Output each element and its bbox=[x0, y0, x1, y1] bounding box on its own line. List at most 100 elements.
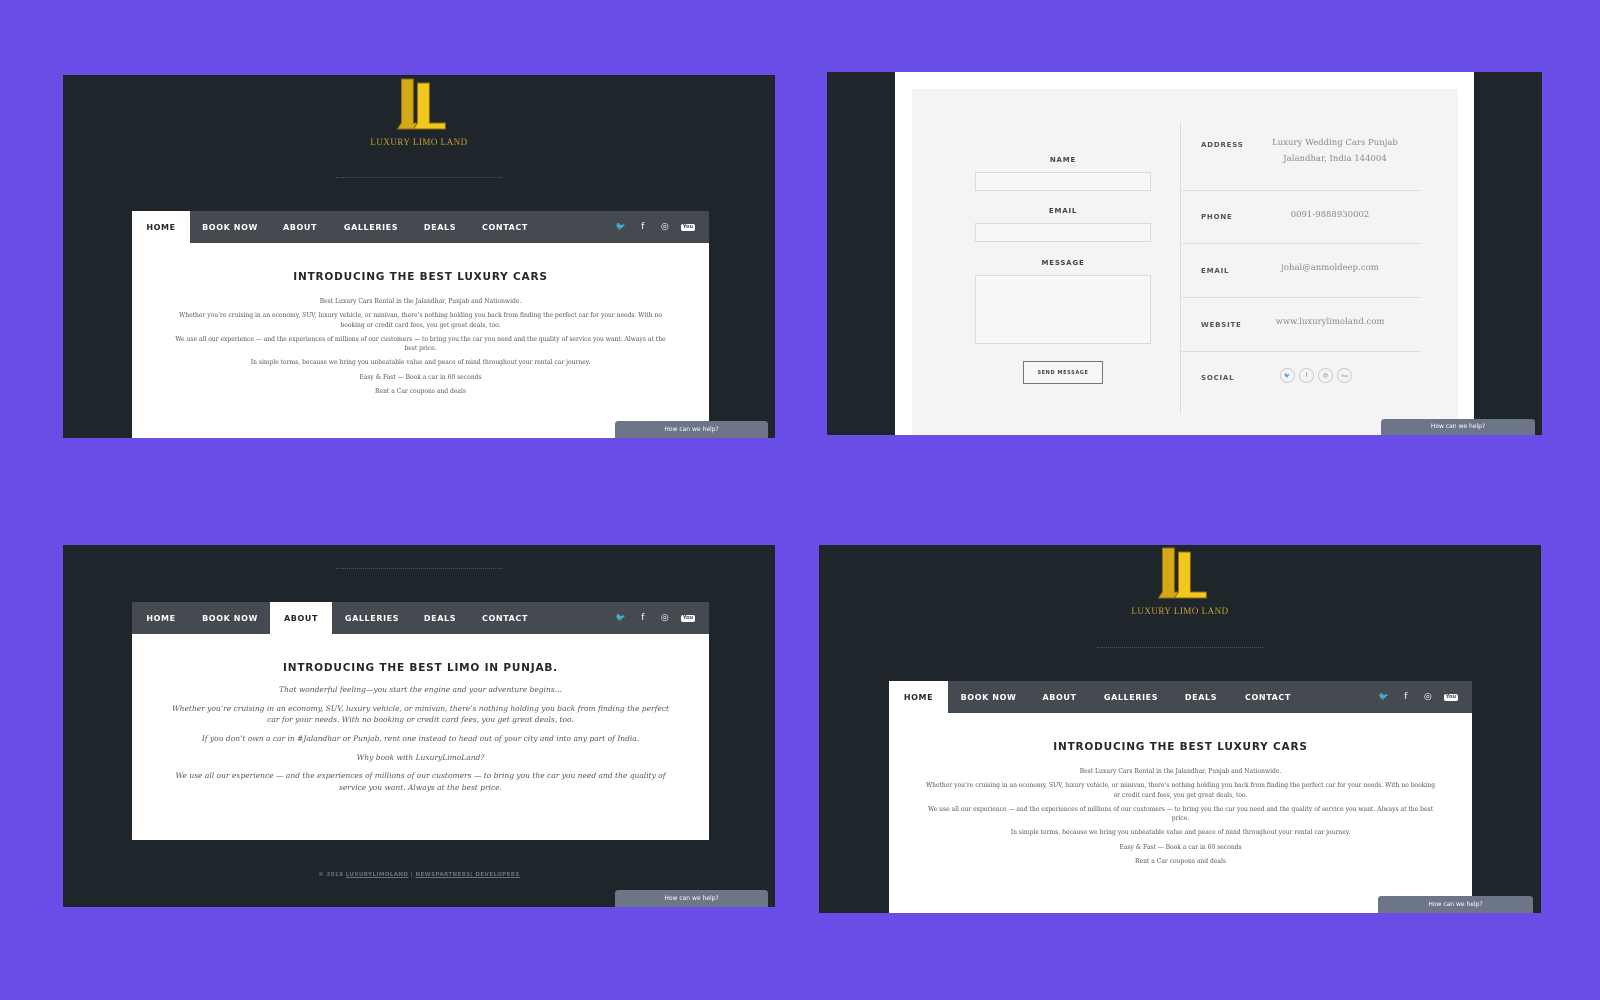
logo-text: LUXURY LIMO LAND bbox=[370, 137, 468, 147]
main-nav: HOME BOOK NOW ABOUT GALLERIES DEALS CONT… bbox=[132, 211, 709, 243]
about-content: INTRODUCING THE BEST LIMO IN PUNJAB. Tha… bbox=[132, 634, 709, 840]
main-nav: HOME BOOK NOW ABOUT GALLERIES DEALS CONT… bbox=[889, 681, 1472, 713]
help-widget[interactable]: How can we help? bbox=[1378, 896, 1533, 913]
about-p1: That wonderful feeling—you start the eng… bbox=[279, 685, 562, 694]
main-nav: HOME BOOK NOW ABOUT GALLERIES DEALS CONT… bbox=[132, 602, 709, 634]
footer-copyright: © 2018 bbox=[318, 872, 344, 878]
help-widget[interactable]: How can we help? bbox=[1381, 419, 1535, 435]
email-field[interactable] bbox=[975, 223, 1151, 242]
name-field[interactable] bbox=[975, 172, 1151, 191]
message-label: MESSAGE bbox=[1041, 259, 1085, 267]
twitter-icon[interactable]: 🐦 bbox=[615, 223, 627, 231]
nav-social: 🐦 f ◎ You bbox=[1378, 681, 1472, 713]
nav-galleries[interactable]: GALLERIES bbox=[330, 211, 412, 243]
address-label: ADDRESS bbox=[1201, 141, 1244, 149]
social-label: SOCIAL bbox=[1201, 374, 1235, 382]
email-value[interactable]: johal@anmoldeep.com bbox=[1260, 260, 1400, 276]
nav-contact[interactable]: CONTACT bbox=[468, 211, 542, 243]
home-p1: Best Luxury Cars Rental in the Jalandhar… bbox=[319, 298, 522, 305]
nav-home[interactable]: HOME bbox=[132, 602, 190, 634]
screenshot-home-top-left: LUXURY LIMO LAND HOME BOOK NOW ABOUT GAL… bbox=[63, 75, 775, 438]
nav-book-now[interactable]: BOOK NOW bbox=[190, 211, 270, 243]
nav-social: 🐦 f ◎ You bbox=[615, 211, 709, 243]
nav-contact[interactable]: CONTACT bbox=[468, 602, 542, 634]
footer-dev-link[interactable]: NEWSPARTNERS| DEVELOPERS bbox=[415, 872, 519, 878]
help-widget[interactable]: How can we help? bbox=[615, 890, 768, 907]
nav-about[interactable]: ABOUT bbox=[270, 602, 332, 634]
about-p5: We use all our experience — and the expe… bbox=[175, 771, 666, 792]
send-message-button[interactable]: SEND MESSAGE bbox=[1023, 361, 1103, 384]
home-p2: Whether you’re cruising in an economy, S… bbox=[179, 312, 662, 329]
instagram-icon[interactable]: ◎ bbox=[1318, 368, 1333, 383]
home-p5: Easy & Fast — Book a car in 60 seconds bbox=[1119, 843, 1242, 851]
address-line-1: Luxury Wedding Cars Punjab bbox=[1272, 138, 1398, 148]
help-widget[interactable]: How can we help? bbox=[615, 421, 768, 438]
nav-home[interactable]: HOME bbox=[889, 681, 948, 713]
nav-book-now[interactable]: BOOK NOW bbox=[948, 681, 1029, 713]
nav-contact[interactable]: CONTACT bbox=[1230, 681, 1306, 713]
divider bbox=[336, 568, 502, 569]
youtube-icon[interactable]: You bbox=[1337, 368, 1352, 383]
nav-galleries[interactable]: GALLERIES bbox=[332, 602, 412, 634]
address-value: Luxury Wedding Cars Punjab Jalandhar, In… bbox=[1265, 135, 1405, 167]
social-icons: 🐦 f ◎ You bbox=[1280, 368, 1356, 383]
home-p4: In simple terms, because we bring you un… bbox=[250, 359, 591, 367]
facebook-icon[interactable]: f bbox=[1400, 692, 1412, 702]
contact-section: NAME EMAIL MESSAGE SEND MESSAGE ADDRESS … bbox=[912, 89, 1458, 435]
home-p5: Easy & Fast — Book a car in 60 seconds bbox=[359, 373, 482, 381]
social-row: SOCIAL 🐦 f ◎ You bbox=[1181, 352, 1421, 402]
facebook-icon[interactable]: f bbox=[637, 222, 649, 232]
home-p6: Rent a Car coupons and deals bbox=[375, 388, 466, 396]
screenshot-home-bottom-right: LUXURY LIMO LAND HOME BOOK NOW ABOUT GAL… bbox=[819, 545, 1541, 913]
home-p2: Whether you’re cruising in an economy, S… bbox=[925, 782, 1436, 799]
instagram-icon[interactable]: ◎ bbox=[659, 613, 671, 623]
logo-mark-icon bbox=[1157, 547, 1207, 599]
nav-about[interactable]: ABOUT bbox=[1029, 681, 1090, 713]
home-p6: Rent a Car coupons and deals bbox=[1135, 858, 1226, 866]
page-title: INTRODUCING THE BEST LIMO IN PUNJAB. bbox=[283, 662, 558, 674]
nav-galleries[interactable]: GALLERIES bbox=[1090, 681, 1172, 713]
message-field[interactable] bbox=[975, 275, 1151, 344]
website-label: WEBSITE bbox=[1201, 321, 1242, 329]
home-p3: We use all our experience — and the expe… bbox=[927, 805, 1434, 823]
contact-panel: NAME EMAIL MESSAGE SEND MESSAGE ADDRESS … bbox=[895, 72, 1474, 435]
screenshot-about-bottom-left: HOME BOOK NOW ABOUT GALLERIES DEALS CONT… bbox=[63, 545, 775, 907]
youtube-icon[interactable]: You bbox=[680, 223, 695, 231]
website-value[interactable]: www.luxurylimoland.com bbox=[1260, 314, 1400, 330]
nav-home[interactable]: HOME bbox=[132, 211, 190, 243]
youtube-icon[interactable]: You bbox=[1443, 693, 1458, 701]
footer-sep: | bbox=[410, 872, 414, 878]
divider bbox=[336, 177, 502, 178]
youtube-icon[interactable]: You bbox=[680, 614, 695, 622]
home-p3: We use all our experience — and the expe… bbox=[175, 335, 666, 353]
nav-deals[interactable]: DEALS bbox=[412, 211, 468, 243]
name-label: NAME bbox=[1049, 156, 1077, 164]
facebook-icon[interactable]: f bbox=[1299, 368, 1314, 383]
screenshot-contact-top-right: NAME EMAIL MESSAGE SEND MESSAGE ADDRESS … bbox=[827, 72, 1542, 435]
address-line-2: Jalandhar, India 144004 bbox=[1283, 154, 1387, 165]
footer-site-link[interactable]: LUXURYLIMOLAND bbox=[346, 872, 409, 878]
instagram-icon[interactable]: ◎ bbox=[659, 222, 671, 232]
logo-text: LUXURY LIMO LAND bbox=[1131, 606, 1229, 616]
logo[interactable]: LUXURY LIMO LAND bbox=[1131, 546, 1228, 616]
phone-row: PHONE 0091-9888930002 bbox=[1181, 191, 1421, 244]
nav-book-now[interactable]: BOOK NOW bbox=[190, 602, 270, 634]
nav-deals[interactable]: DEALS bbox=[1172, 681, 1230, 713]
instagram-icon[interactable]: ◎ bbox=[1422, 692, 1434, 702]
email-info-label: EMAIL bbox=[1201, 267, 1230, 275]
twitter-icon[interactable]: 🐦 bbox=[1378, 693, 1390, 701]
twitter-icon[interactable]: 🐦 bbox=[1280, 368, 1295, 383]
address-row: ADDRESS Luxury Wedding Cars Punjab Jalan… bbox=[1181, 125, 1421, 191]
facebook-icon[interactable]: f bbox=[637, 613, 649, 623]
logo[interactable]: LUXURY LIMO LAND bbox=[370, 77, 467, 147]
about-p3: If you don’t own a car in #Jalandhar or … bbox=[201, 733, 640, 743]
phone-value: 0091-9888930002 bbox=[1290, 210, 1370, 220]
about-p4: Why book with LuxuryLimoLand? bbox=[356, 752, 485, 762]
home-content: INTRODUCING THE BEST LUXURY CARS Best Lu… bbox=[132, 243, 709, 438]
nav-about[interactable]: ABOUT bbox=[270, 211, 330, 243]
twitter-icon[interactable]: 🐦 bbox=[615, 614, 627, 622]
nav-deals[interactable]: DEALS bbox=[412, 602, 468, 634]
website-row: WEBSITE www.luxurylimoland.com bbox=[1181, 298, 1421, 352]
home-p4: In simple terms, because we bring you un… bbox=[1010, 829, 1351, 837]
phone-label: PHONE bbox=[1201, 213, 1233, 221]
